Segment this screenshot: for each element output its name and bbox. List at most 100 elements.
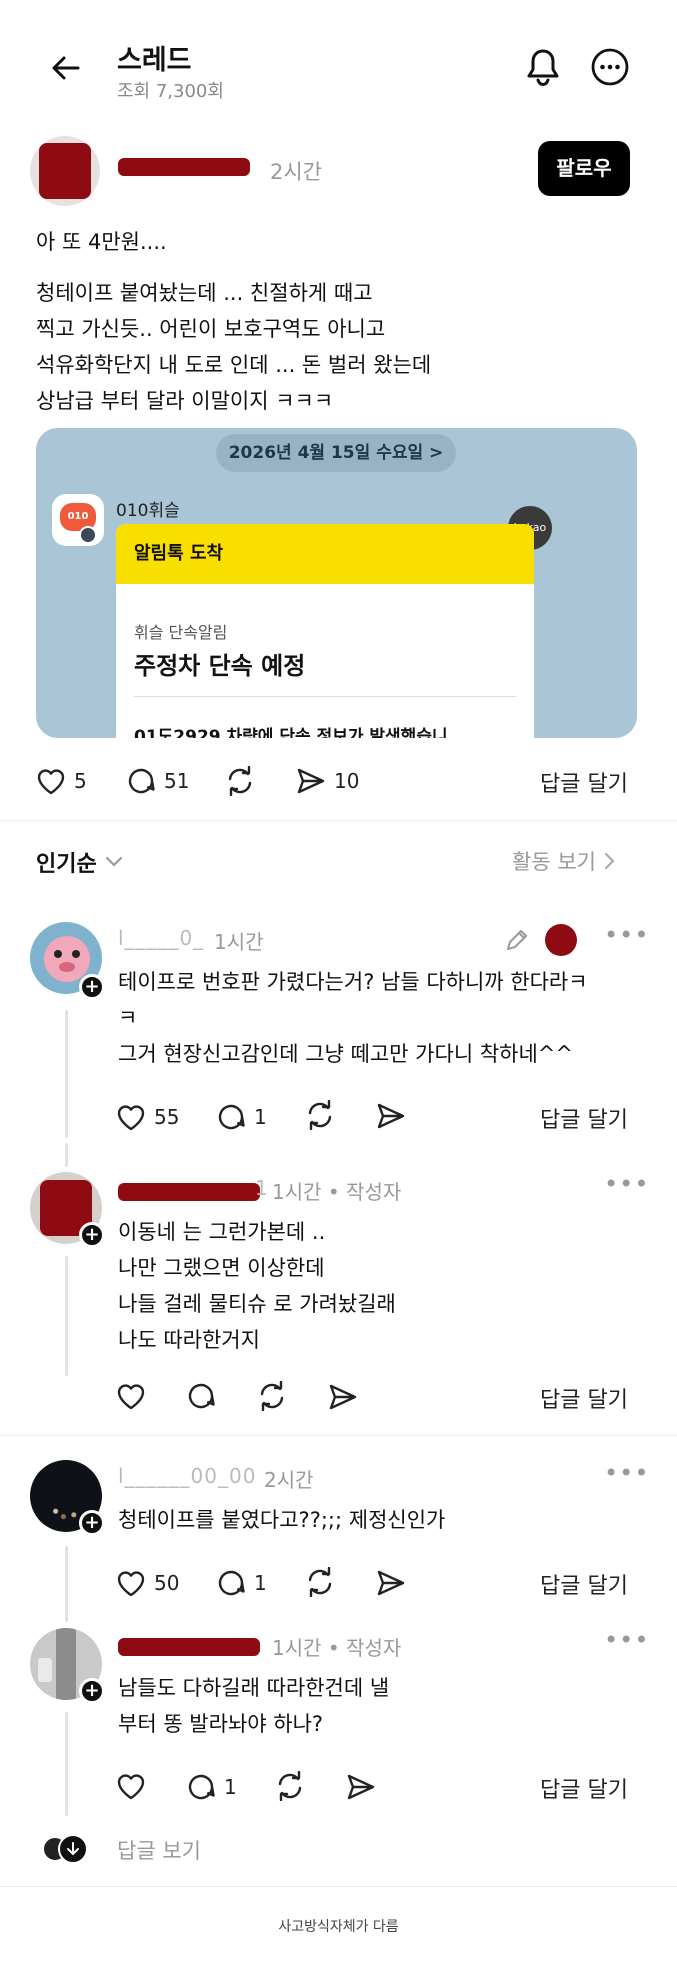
comment-share-button[interactable] — [346, 1773, 376, 1801]
comment-reply-count: 1 — [254, 1571, 267, 1595]
thread-line — [65, 1546, 68, 1622]
comment-repost-button[interactable] — [304, 1100, 336, 1130]
comment-repost-button[interactable] — [304, 1567, 336, 1597]
post-comment-count: 51 — [164, 769, 190, 793]
repost-icon — [278, 1771, 302, 1801]
divider — [0, 1886, 677, 1887]
repost-icon — [260, 1381, 284, 1411]
comment-username-redacted[interactable] — [118, 1183, 260, 1201]
more-options-button[interactable] — [590, 47, 630, 87]
comment-repost-button[interactable] — [274, 1771, 306, 1801]
alert-cut-text: 01도2929 차량에 단속 정보가 발생했습니 — [134, 727, 448, 738]
post-time: 2시간 — [270, 160, 323, 184]
follow-plus-icon[interactable]: + — [79, 1222, 105, 1248]
comment-text: 테이프로 번호판 가렸다는거? 남들 다하니까 한다라ㅋ ㅋ 그거 현장신고감인… — [118, 970, 588, 1066]
comment-like-button[interactable] — [116, 1382, 146, 1410]
comment-more-button[interactable]: ••• — [604, 921, 649, 949]
follow-plus-icon[interactable]: + — [79, 1678, 105, 1704]
comment-more-button[interactable]: ••• — [604, 1170, 649, 1198]
send-icon — [297, 768, 325, 794]
bell-icon — [527, 49, 559, 87]
page-title: 스레드 — [117, 45, 192, 76]
thread-line — [65, 1256, 68, 1376]
chevron-down-icon — [105, 856, 122, 867]
sender-name: 010휘슬 — [116, 501, 180, 521]
author-liked-avatar — [545, 924, 577, 956]
comment-reply-count: 1 — [224, 1775, 237, 1799]
comment-reply-button[interactable]: 답글 달기 — [540, 1772, 628, 1804]
post-share-button[interactable]: 10 — [296, 764, 359, 798]
follow-button[interactable]: 팔로우 — [538, 141, 630, 196]
comment-bubble-icon — [218, 1570, 245, 1596]
comment-username-redacted[interactable] — [118, 1638, 260, 1656]
sender-logo: 010 — [52, 494, 104, 546]
thread-line — [65, 1010, 68, 1138]
comment-more-button[interactable]: ••• — [604, 1459, 649, 1487]
post-repost-button[interactable] — [224, 764, 256, 798]
comment-username[interactable]: l_____0_ — [118, 926, 204, 950]
divider — [0, 1435, 677, 1436]
thread-line — [65, 1143, 68, 1167]
comment-share-button[interactable] — [328, 1383, 358, 1411]
alert-banner: 알림톡 도착 — [116, 524, 534, 584]
comment-like-count: 50 — [154, 1571, 180, 1595]
comment-reply-button[interactable]: 답글 달기 — [540, 1568, 628, 1600]
comment-share-button[interactable] — [376, 1102, 406, 1130]
send-icon — [377, 1570, 405, 1596]
back-arrow-icon — [52, 56, 80, 80]
comment-username[interactable]: l______00_00 — [118, 1464, 256, 1488]
arrow-down-icon — [67, 1842, 79, 1856]
comment-reply-count: 1 — [254, 1105, 267, 1129]
follow-plus-icon[interactable]: + — [79, 974, 105, 1000]
view-count: 조회 7,300회 — [117, 81, 224, 102]
alert-subtitle: 휘슬 단속알림 — [134, 623, 228, 642]
post-author-avatar[interactable] — [30, 136, 100, 206]
sort-dropdown[interactable]: 인기순 — [36, 846, 123, 878]
more-circle-icon — [591, 48, 629, 86]
comment-time: 1시간 • 작성자 — [272, 1632, 401, 1661]
post-reply-button[interactable]: 답글 달기 — [540, 766, 628, 798]
send-icon — [347, 1774, 375, 1800]
edit-icon[interactable] — [504, 927, 530, 953]
follow-plus-icon[interactable]: + — [79, 1510, 105, 1536]
comment-reply-count-button[interactable]: 1 — [216, 1100, 267, 1134]
author-tag: • 작성자 — [327, 1636, 402, 1660]
author-tag: • 작성자 — [327, 1180, 402, 1204]
heart-icon — [117, 1384, 145, 1410]
repost-icon — [228, 766, 252, 796]
comment-time: 2시간 — [264, 1468, 314, 1492]
heart-icon — [117, 1571, 145, 1597]
sort-label: 인기순 — [36, 852, 97, 877]
comment-more-button[interactable]: ••• — [604, 1626, 649, 1654]
view-replies-link[interactable]: 답글 보기 — [117, 1835, 201, 1865]
send-icon — [329, 1384, 357, 1410]
comment-username-suffix: 1 — [255, 1176, 269, 1200]
alert-card: 알림톡 도착 휘슬 단속알림 주정차 단속 예정 01도2929 차량에 단속 … — [116, 524, 534, 738]
footer-note: 사고방식자체가 다름 — [278, 1919, 399, 1935]
comment-reply-count-button[interactable] — [186, 1381, 216, 1411]
comment-reply-button[interactable]: 답글 달기 — [540, 1102, 628, 1134]
date-chip: 2026년 4월 15일 수요일 > — [216, 434, 456, 472]
chevron-right-icon — [604, 852, 615, 870]
comment-bubble-icon — [188, 1383, 215, 1409]
comment-bubble-icon — [128, 768, 155, 794]
comment-like-button[interactable]: 50 — [116, 1566, 179, 1600]
post-like-button[interactable]: 5 — [36, 764, 87, 798]
heart-icon — [37, 769, 65, 795]
back-button[interactable] — [48, 50, 84, 86]
comment-reply-button[interactable]: 답글 달기 — [540, 1382, 628, 1414]
comment-like-count: 55 — [154, 1105, 180, 1129]
activity-link[interactable]: 활동 보기 — [512, 846, 616, 876]
notification-button[interactable] — [524, 47, 562, 87]
comment-text: 청테이프를 붙였다고??;;; 제정신인가 — [118, 1508, 446, 1532]
post-author-name-redacted[interactable] — [118, 158, 250, 176]
comment-like-button[interactable] — [116, 1772, 146, 1800]
comment-share-button[interactable] — [376, 1569, 406, 1597]
post-comment-button[interactable]: 51 — [126, 764, 189, 798]
comment-repost-button[interactable] — [256, 1381, 288, 1411]
post-image[interactable]: 2026년 4월 15일 수요일 > 010 010휘슬 kakao 알림톡 도… — [36, 428, 637, 738]
comment-reply-count-button[interactable]: 1 — [216, 1566, 267, 1600]
comment-like-button[interactable]: 55 — [116, 1100, 179, 1134]
comment-reply-count-button[interactable]: 1 — [186, 1770, 237, 1804]
post-first-line: 아 또 4만원.... — [36, 230, 167, 254]
